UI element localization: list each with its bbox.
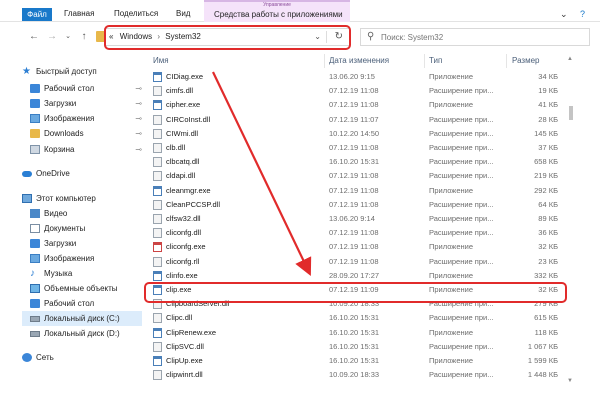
file-explorer-window: Файл Главная Поделиться Вид Управление С…	[0, 0, 600, 400]
annotation-arrow	[212, 71, 312, 276]
